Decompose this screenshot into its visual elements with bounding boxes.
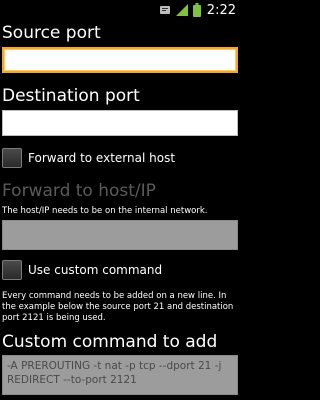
destination-port-input[interactable] [2,110,238,136]
source-port-label: Source port [2,23,101,43]
custom-command-label: Use custom command [28,263,163,277]
forward-host-input[interactable] [2,220,238,250]
custom-command-checkbox-row[interactable]: Use custom command [2,258,162,282]
destination-port-label: Destination port [2,86,140,106]
status-bar: 2:22 [0,0,240,20]
notification-icon [159,4,171,16]
forward-host-note: The host/IP needs to be on the internal … [2,206,208,216]
forward-external-label: Forward to external host [28,151,176,165]
custom-command-input-label: Custom command to add [2,332,218,352]
signal-icon [175,3,189,17]
custom-command-checkbox[interactable] [2,260,22,280]
battery-icon [192,3,201,17]
forward-external-checkbox-row[interactable]: Forward to external host [2,146,175,170]
custom-command-note: Every command needs to be added on a new… [2,291,234,323]
source-port-input[interactable] [2,47,238,73]
forward-external-checkbox[interactable] [2,148,22,168]
forward-host-label: Forward to host/IP [2,181,156,201]
status-time: 2:22 [206,2,236,18]
custom-command-input[interactable]: -A PREROUTING -t nat -p tcp --dport 21 -… [2,355,238,395]
port-forward-screen: 2:22 Source port Destination port Forwar… [0,0,240,400]
